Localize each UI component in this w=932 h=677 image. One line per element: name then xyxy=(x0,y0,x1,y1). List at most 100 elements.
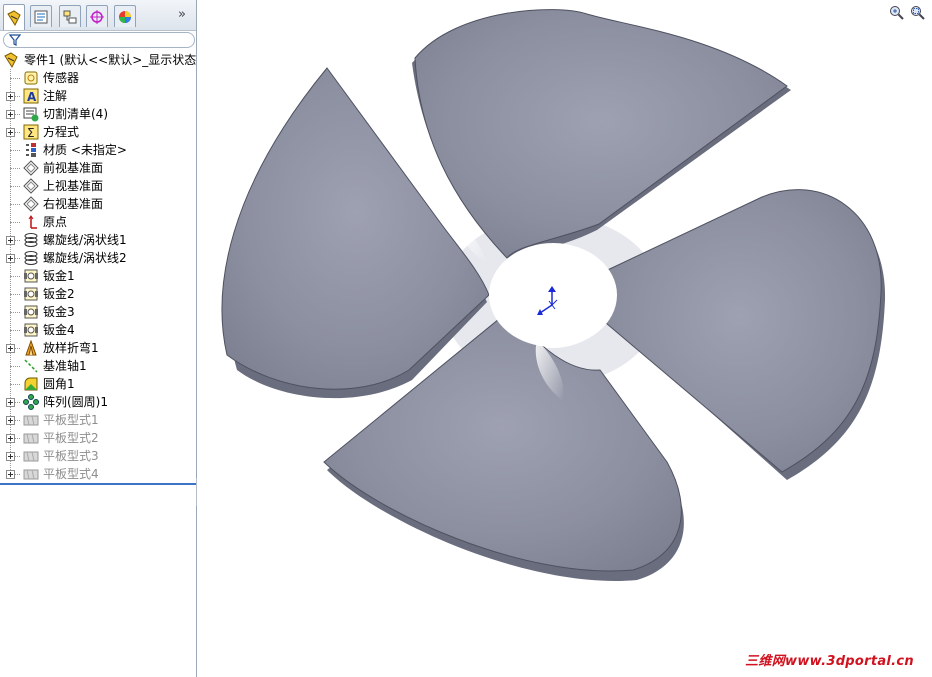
tree-expand-toggle[interactable] xyxy=(6,254,15,263)
root-icon xyxy=(3,52,19,69)
zoom-to-fit-icon[interactable] xyxy=(889,5,905,21)
origin-icon xyxy=(23,214,39,230)
sheet-metal-icon xyxy=(23,286,39,302)
fan-model[interactable] xyxy=(197,0,932,677)
tree-item-label: 钣金2 xyxy=(43,287,75,301)
tree-root-part[interactable]: 零件1 (默认<<默认>_显示状态 xyxy=(0,51,196,69)
tree-connector xyxy=(10,186,20,187)
tree-item[interactable]: 钣金1 xyxy=(0,267,196,285)
tree-expand-toggle[interactable] xyxy=(6,110,15,119)
feature-manager-icon xyxy=(7,9,21,26)
tree-item[interactable]: 平板型式1 xyxy=(0,411,196,429)
tree-item[interactable]: 阵列(圆周)1 xyxy=(0,393,196,411)
watermark-text: 三维网www.3dportal.cn xyxy=(745,654,914,669)
display-manager-icon xyxy=(119,10,131,23)
graphics-area[interactable]: 三维网www.3dportal.cn xyxy=(197,0,932,677)
tree-expand-toggle[interactable] xyxy=(6,452,15,461)
tree-expand-toggle[interactable] xyxy=(6,236,15,245)
tree-splitter[interactable] xyxy=(0,483,196,485)
tree-expand-toggle[interactable] xyxy=(6,92,15,101)
flat-pattern-icon xyxy=(23,448,39,464)
tree-item[interactable]: 放样折弯1 xyxy=(0,339,196,357)
circular-pattern-icon xyxy=(23,394,39,410)
tree-item-label: 圆角1 xyxy=(43,377,75,391)
tree-item-label: 上视基准面 xyxy=(43,179,104,193)
tree-item-label: 螺旋线/涡状线2 xyxy=(43,251,127,265)
flat-pattern-icon xyxy=(23,412,39,428)
tree-expand-toggle[interactable] xyxy=(6,434,15,443)
feature-manager-pane: » 零件1 (默认<<默认>_显示状态传感器 A 注解切割清单(4) Σ 方程式材质 <… xyxy=(0,0,197,677)
tree-item-label: 放样折弯1 xyxy=(43,341,99,355)
property-manager-tab[interactable] xyxy=(30,5,52,27)
zoom-to-area-icon[interactable] xyxy=(910,5,926,21)
tree-item[interactable]: 钣金3 xyxy=(0,303,196,321)
tree-item-label: 传感器 xyxy=(43,71,80,85)
tree-connector xyxy=(10,222,20,223)
tree-item-label: 钣金4 xyxy=(43,323,75,337)
flat-pattern-icon xyxy=(23,466,39,482)
configuration-manager-icon xyxy=(63,10,77,23)
helix-icon xyxy=(23,232,39,248)
tree-connector xyxy=(10,294,20,295)
tree-expand-toggle[interactable] xyxy=(6,128,15,137)
tree-item[interactable]: 上视基准面 xyxy=(0,177,196,195)
tree-connector xyxy=(10,78,20,79)
tree-item-label: 平板型式3 xyxy=(43,449,99,463)
dimxpert-manager-tab[interactable] xyxy=(86,5,108,27)
fillet-icon xyxy=(23,376,39,392)
tree-item[interactable]: 原点 xyxy=(0,213,196,231)
tree-item-label: 钣金1 xyxy=(43,269,75,283)
sheet-metal-icon xyxy=(23,322,39,338)
svg-text:Σ: Σ xyxy=(27,126,35,140)
annotation-icon: A xyxy=(23,88,39,104)
dimxpert-icon xyxy=(90,9,104,24)
tree-item[interactable]: 螺旋线/涡状线2 xyxy=(0,249,196,267)
tree-item[interactable]: 切割清单(4) xyxy=(0,105,196,123)
display-manager-tab[interactable] xyxy=(114,5,136,27)
tree-item-label: 阵列(圆周)1 xyxy=(43,395,108,409)
tree-item[interactable]: 右视基准面 xyxy=(0,195,196,213)
tree-item[interactable]: 平板型式3 xyxy=(0,447,196,465)
tree-item-label: 方程式 xyxy=(43,125,80,139)
lofted-bend-icon xyxy=(23,339,39,356)
tree-item[interactable]: 传感器 xyxy=(0,69,196,87)
expand-tabs-button[interactable]: » xyxy=(178,7,186,23)
tree-expand-toggle[interactable] xyxy=(6,416,15,425)
material-icon xyxy=(23,142,39,158)
equation-icon: Σ xyxy=(23,124,39,140)
plane-icon xyxy=(23,196,39,212)
tree-item[interactable]: 材质 <未指定> xyxy=(0,141,196,159)
tree-item-label: 平板型式4 xyxy=(43,467,99,481)
sheet-metal-icon xyxy=(23,304,39,320)
tree-item[interactable]: 螺旋线/涡状线1 xyxy=(0,231,196,249)
axis-icon xyxy=(23,358,39,374)
tree-item[interactable]: A 注解 xyxy=(0,87,196,105)
tree-item[interactable]: 前视基准面 xyxy=(0,159,196,177)
flat-pattern-icon xyxy=(23,430,39,446)
tree-expand-toggle[interactable] xyxy=(6,470,15,479)
configuration-manager-tab[interactable] xyxy=(59,5,81,27)
tree-connector xyxy=(10,276,20,277)
tree-item[interactable]: 钣金4 xyxy=(0,321,196,339)
tree-connector xyxy=(10,150,20,151)
feature-manager-tab[interactable] xyxy=(3,4,25,30)
tree-item[interactable]: 圆角1 xyxy=(0,375,196,393)
tree-item[interactable]: 基准轴1 xyxy=(0,357,196,375)
tree-item-label: 注解 xyxy=(43,89,68,103)
tree-item[interactable]: 平板型式4 xyxy=(0,465,196,483)
tree-item[interactable]: Σ 方程式 xyxy=(0,123,196,141)
tree-connector xyxy=(10,384,20,385)
tree-item-label: 钣金3 xyxy=(43,305,75,319)
tree-expand-toggle[interactable] xyxy=(6,344,15,353)
property-manager-icon xyxy=(34,10,48,23)
tree-filter-input[interactable] xyxy=(3,32,195,48)
hub-opening xyxy=(489,243,617,347)
manager-tab-bar: » xyxy=(0,0,196,31)
tree-item[interactable]: 平板型式2 xyxy=(0,429,196,447)
tree-item-label: 螺旋线/涡状线1 xyxy=(43,233,127,247)
tree-item-label: 右视基准面 xyxy=(43,197,104,211)
tree-item-label: 前视基准面 xyxy=(43,161,104,175)
tree-expand-toggle[interactable] xyxy=(6,398,15,407)
tree-item[interactable]: 钣金2 xyxy=(0,285,196,303)
tree-item-label: 平板型式1 xyxy=(43,413,99,427)
